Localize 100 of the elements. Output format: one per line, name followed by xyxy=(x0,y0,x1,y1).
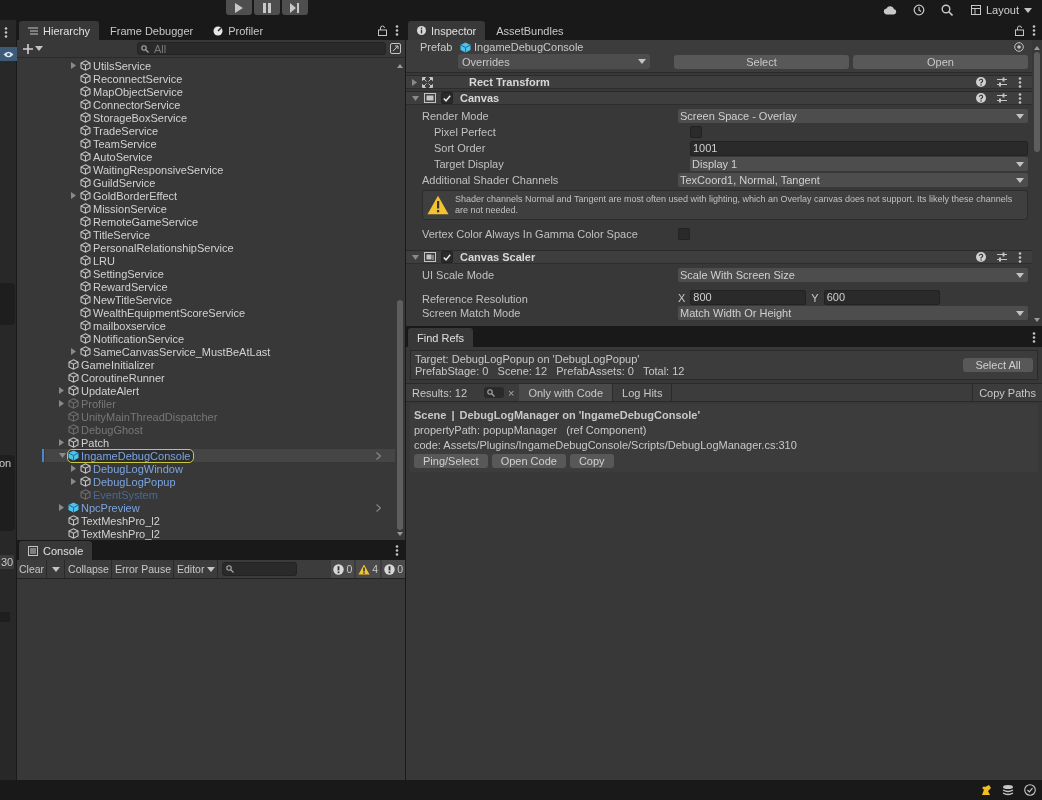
sliders-icon[interactable] xyxy=(997,252,1007,262)
hierarchy-item[interactable]: GameInitializer xyxy=(68,358,158,371)
bug-icon[interactable] xyxy=(980,784,992,796)
collapsed-arrow-icon[interactable] xyxy=(412,78,417,86)
panel-tab[interactable]: Find Refs xyxy=(408,328,474,347)
value-dropdown[interactable]: Display 1 xyxy=(690,157,1028,171)
lock-icon[interactable] xyxy=(1015,24,1024,36)
eye-toggle[interactable] xyxy=(0,47,17,61)
collapsed-arrow-icon[interactable] xyxy=(59,400,64,407)
help-icon[interactable] xyxy=(976,252,986,262)
hierarchy-item[interactable]: GoldBorderEffect xyxy=(80,189,181,202)
search-field[interactable] xyxy=(222,562,298,576)
more-options-icon[interactable] xyxy=(1018,92,1022,104)
component-header[interactable]: Canvas xyxy=(406,91,1032,105)
prefab-button[interactable]: Select xyxy=(674,54,849,69)
hierarchy-item[interactable]: TradeService xyxy=(80,124,161,137)
layout-dropdown[interactable]: Layout xyxy=(968,4,1034,16)
value-dropdown[interactable]: Screen Space - Overlay xyxy=(678,109,1028,123)
pause-button[interactable] xyxy=(254,0,280,15)
collapsed-arrow-icon[interactable] xyxy=(71,62,76,69)
search-icon[interactable] xyxy=(940,4,953,16)
hierarchy-item[interactable]: TitleService xyxy=(80,228,154,241)
chevron-right-icon[interactable] xyxy=(376,503,381,512)
expanded-arrow-icon[interactable] xyxy=(412,254,419,260)
chevron-right-icon[interactable] xyxy=(376,451,381,460)
scroll-up-icon[interactable] xyxy=(1034,46,1040,50)
lock-icon[interactable] xyxy=(378,24,387,36)
search-field[interactable]: All xyxy=(137,42,386,55)
expanded-arrow-icon[interactable] xyxy=(412,95,419,101)
help-icon[interactable] xyxy=(976,77,986,87)
hierarchy-item[interactable]: RemoteGameService xyxy=(80,215,202,228)
step-button[interactable] xyxy=(282,0,308,15)
hierarchy-item[interactable]: DebugLogWindow xyxy=(80,462,186,475)
collapsed-arrow-icon[interactable] xyxy=(71,348,76,355)
hierarchy-item[interactable]: UpdateAlert xyxy=(68,384,143,397)
collapsed-arrow-icon[interactable] xyxy=(71,478,76,485)
play-button[interactable] xyxy=(226,0,252,15)
more-options-icon[interactable] xyxy=(395,24,399,36)
result-action-button[interactable]: Open Code xyxy=(491,454,566,468)
more-options-icon[interactable] xyxy=(1032,24,1036,36)
checkbox[interactable] xyxy=(441,251,453,263)
editor-dropdown[interactable]: Editor xyxy=(175,560,219,578)
hierarchy-item[interactable]: LRU xyxy=(80,254,118,267)
collapsed-arrow-icon[interactable] xyxy=(71,465,76,472)
value-dropdown[interactable]: Scale With Screen Size xyxy=(678,268,1028,282)
collapsed-arrow-icon[interactable] xyxy=(59,504,64,511)
panel-tab[interactable]: Frame Debugger xyxy=(101,21,203,40)
result-action-button[interactable]: Ping/Select xyxy=(414,454,488,468)
hierarchy-item[interactable]: StorageBoxService xyxy=(80,111,191,124)
hierarchy-item[interactable]: TextMeshPro_l2 xyxy=(68,514,163,527)
hierarchy-item[interactable]: SameCanvasService_MustBeAtLast xyxy=(80,345,274,358)
hierarchy-item[interactable]: UtilsService xyxy=(80,59,155,72)
scroll-down-icon[interactable] xyxy=(1034,318,1040,322)
checkbox[interactable] xyxy=(441,92,453,104)
panel-tab[interactable]: Console xyxy=(19,541,93,560)
hierarchy-item[interactable]: TeamService xyxy=(80,137,160,150)
hierarchy-item[interactable]: AutoService xyxy=(80,150,156,163)
number-field[interactable]: 600 xyxy=(823,290,940,305)
filter-toggle[interactable]: Only with Code xyxy=(519,384,614,401)
component-header[interactable]: Canvas Scaler xyxy=(406,250,1032,264)
search-field[interactable] xyxy=(484,387,504,398)
scrollbar-thumb[interactable] xyxy=(1034,52,1040,152)
more-options-icon[interactable] xyxy=(395,544,399,556)
panel-tab[interactable]: AssetBundles xyxy=(487,21,573,40)
hierarchy-item[interactable]: SettingService xyxy=(80,267,167,280)
cloud-icon[interactable] xyxy=(882,5,897,15)
more-options-icon[interactable] xyxy=(4,27,8,38)
check-circle-icon[interactable] xyxy=(1024,784,1036,796)
hierarchy-item[interactable]: PersonalRelationshipService xyxy=(80,241,237,254)
scrollbar-thumb[interactable] xyxy=(397,300,403,530)
hierarchy-item[interactable]: MissionService xyxy=(80,202,170,215)
hierarchy-item[interactable]: ConnectorService xyxy=(80,98,184,111)
error-pause-toggle[interactable]: Error Pause xyxy=(112,560,174,578)
sliders-icon[interactable] xyxy=(997,77,1007,87)
clear-search-button[interactable]: × xyxy=(504,386,520,399)
hierarchy-item[interactable]: NotificationService xyxy=(80,332,188,345)
message-counter[interactable]: 4 xyxy=(356,560,381,578)
scroll-down-icon[interactable] xyxy=(397,532,403,536)
result-action-button[interactable]: Copy xyxy=(569,454,614,468)
panel-tab[interactable]: Inspector xyxy=(408,21,486,40)
hierarchy-item[interactable]: ReconnectService xyxy=(80,72,186,85)
target-icon[interactable] xyxy=(1014,42,1024,52)
value-dropdown[interactable]: TexCoord1, Normal, Tangent xyxy=(678,173,1028,187)
scroll-up-icon[interactable] xyxy=(397,64,403,68)
number-field[interactable]: 800 xyxy=(690,290,807,305)
hierarchy-item[interactable]: NewTitleService xyxy=(80,293,176,306)
hierarchy-item[interactable]: DebugLogPopup xyxy=(80,475,179,488)
more-options-icon[interactable] xyxy=(1032,331,1036,343)
component-header[interactable]: Rect Transform xyxy=(406,75,1032,89)
hierarchy-item[interactable]: WaitingResponsiveService xyxy=(80,163,227,176)
hierarchy-item[interactable]: NpcPreview xyxy=(68,501,143,514)
collapsed-arrow-icon[interactable] xyxy=(59,387,64,394)
help-icon[interactable] xyxy=(976,93,986,103)
message-counter[interactable]: 0 xyxy=(331,560,355,578)
hierarchy-item[interactable]: WealthEquipmentScoreService xyxy=(80,306,249,319)
prefab-field[interactable]: IngameDebugConsole xyxy=(460,41,584,53)
panel-tab[interactable]: Hierarchy xyxy=(19,21,100,40)
panel-tab[interactable]: Profiler xyxy=(204,21,273,40)
hierarchy-item[interactable]: GuildService xyxy=(80,176,159,189)
select-all-button[interactable]: Select All xyxy=(963,358,1033,372)
